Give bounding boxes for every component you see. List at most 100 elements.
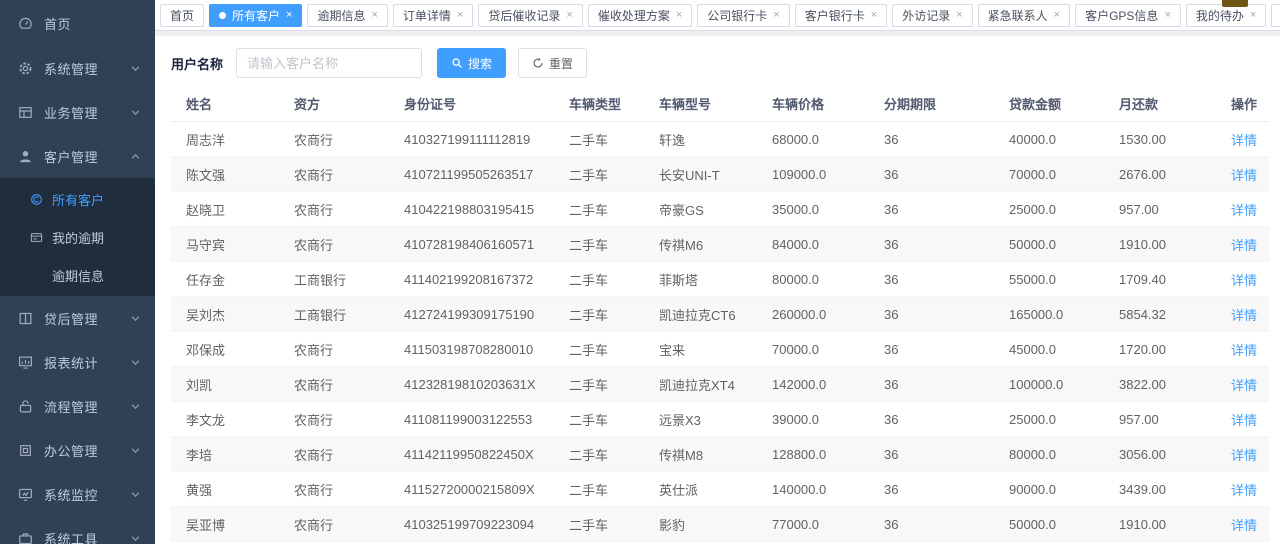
column-header-分期期限: 分期期限 (876, 87, 1001, 122)
tab-首页[interactable]: 首页 (160, 4, 204, 27)
table-cell: 农商行 (286, 157, 396, 192)
tab-客户GPS信息[interactable]: 客户GPS信息× (1075, 4, 1181, 27)
tab-close-icon[interactable]: × (676, 10, 682, 21)
action-cell: 详情 (1219, 507, 1269, 542)
table-cell: 77000.0 (764, 507, 876, 542)
chevron-down-icon (130, 533, 141, 544)
tab-close-icon[interactable]: × (286, 10, 292, 21)
detail-link[interactable]: 详情 (1231, 203, 1257, 218)
table-cell: 1910.00 (1111, 507, 1219, 542)
tab-close-icon[interactable]: × (871, 10, 877, 21)
table-cell: 二手车 (561, 122, 651, 157)
table-cell: 36 (876, 507, 1001, 542)
detail-link[interactable]: 详情 (1231, 378, 1257, 393)
tab-close-icon[interactable]: × (956, 10, 962, 21)
sidebar-item-报表统计[interactable]: 报表统计 (0, 340, 155, 384)
tab-close-icon[interactable]: × (1250, 10, 1256, 21)
table-cell: 2676.00 (1111, 157, 1219, 192)
table-cell: 36 (876, 157, 1001, 192)
chevron-down-icon (130, 313, 141, 324)
gear-icon (18, 61, 33, 76)
tab-我的流程[interactable]: 我的流程× (1271, 4, 1280, 27)
table-row: 黄强农商行41152720000215809X二手车英仕派140000.0369… (171, 472, 1269, 507)
detail-link[interactable]: 详情 (1231, 238, 1257, 253)
card-icon (30, 231, 43, 244)
column-header-车辆型号: 车辆型号 (651, 87, 764, 122)
dashboard-icon (18, 16, 33, 31)
sidebar-item-流程管理[interactable]: 流程管理 (0, 384, 155, 428)
tab-外访记录[interactable]: 外访记录× (892, 4, 972, 27)
action-cell: 详情 (1219, 262, 1269, 297)
detail-link[interactable]: 详情 (1231, 308, 1257, 323)
tab-所有客户[interactable]: 所有客户 × (209, 4, 302, 27)
table-cell: 41142119950822450X (396, 437, 561, 472)
table-cell: 410325199709223094 (396, 507, 561, 542)
table-cell: 128800.0 (764, 437, 876, 472)
tab-close-icon[interactable]: × (1164, 10, 1170, 21)
column-header-身份证号: 身份证号 (396, 87, 561, 122)
tab-close-icon[interactable]: × (457, 10, 463, 21)
sidebar-subitem-所有客户[interactable]: 所有客户 (0, 180, 155, 218)
tab-公司银行卡[interactable]: 公司银行卡× (697, 4, 789, 27)
table-cell: 165000.0 (1001, 297, 1111, 332)
sidebar-item-label: 系统监控 (44, 485, 130, 504)
action-cell: 详情 (1219, 332, 1269, 367)
sidebar-item-客户管理[interactable]: 客户管理 (0, 134, 155, 178)
table-cell: 1709.40 (1111, 262, 1219, 297)
sidebar-item-业务管理[interactable]: 业务管理 (0, 90, 155, 134)
sidebar-subitem-逾期信息[interactable]: 逾期信息 (0, 256, 155, 294)
avatar[interactable] (1222, 0, 1248, 7)
sidebar-item-系统管理[interactable]: 系统管理 (0, 46, 155, 90)
sidebar-item-办公管理[interactable]: 办公管理 (0, 428, 155, 472)
table-cell: 410422198803195415 (396, 192, 561, 227)
table-cell: 1910.00 (1111, 227, 1219, 262)
table-cell: 黄强 (171, 472, 286, 507)
detail-link[interactable]: 详情 (1231, 413, 1257, 428)
table-cell: 马守宾 (171, 227, 286, 262)
tab-紧急联系人[interactable]: 紧急联系人× (978, 4, 1070, 27)
search-button[interactable]: 搜索 (437, 48, 506, 78)
table-row: 吴刘杰工商银行412724199309175190二手车凯迪拉克CT626000… (171, 297, 1269, 332)
sidebar-subitem-我的逾期[interactable]: 我的逾期 (0, 218, 155, 256)
tab-close-icon[interactable]: × (371, 10, 377, 21)
reset-button[interactable]: 重置 (518, 48, 587, 78)
detail-link[interactable]: 详情 (1231, 273, 1257, 288)
column-header-资方: 资方 (286, 87, 396, 122)
detail-link[interactable]: 详情 (1231, 168, 1257, 183)
table-cell: 1530.00 (1111, 122, 1219, 157)
detail-link[interactable]: 详情 (1231, 133, 1257, 148)
sidebar-item-label: 首页 (44, 14, 141, 33)
sidebar-item-首页[interactable]: 首页 (0, 0, 155, 46)
tab-close-icon[interactable]: × (566, 10, 572, 21)
column-header-贷款金额: 贷款金额 (1001, 87, 1111, 122)
detail-link[interactable]: 详情 (1231, 483, 1257, 498)
column-header-操作: 操作 (1219, 87, 1269, 122)
tab-订单详情[interactable]: 订单详情× (393, 4, 473, 27)
table-cell: 农商行 (286, 192, 396, 227)
tab-label: 所有客户 (232, 7, 280, 24)
sidebar-item-label: 流程管理 (44, 397, 130, 416)
sidebar-item-系统监控[interactable]: 系统监控 (0, 472, 155, 516)
sidebar-item-贷后管理[interactable]: 贷后管理 (0, 296, 155, 340)
column-header-车辆类型: 车辆类型 (561, 87, 651, 122)
tab-close-icon[interactable]: × (773, 10, 779, 21)
tab-客户银行卡[interactable]: 客户银行卡× (795, 4, 887, 27)
tab-催收处理方案[interactable]: 催收处理方案× (588, 4, 692, 27)
reset-button-label: 重置 (549, 55, 573, 72)
tab-close-icon[interactable]: × (1054, 10, 1060, 21)
tab-贷后催收记录[interactable]: 贷后催收记录× (478, 4, 582, 27)
table-header-row: 姓名资方身份证号车辆类型车辆型号车辆价格分期期限贷款金额月还款操作 (171, 87, 1269, 122)
table-row: 吴亚博农商行410325199709223094二手车影豹77000.03650… (171, 507, 1269, 542)
table-cell: 农商行 (286, 507, 396, 542)
detail-link[interactable]: 详情 (1231, 518, 1257, 533)
detail-link[interactable]: 详情 (1231, 448, 1257, 463)
table-cell: 3822.00 (1111, 367, 1219, 402)
table-row: 邓保成农商行411503198708280010二手车宝来70000.03645… (171, 332, 1269, 367)
tab-逾期信息[interactable]: 逾期信息× (307, 4, 387, 27)
table-cell: 84000.0 (764, 227, 876, 262)
detail-link[interactable]: 详情 (1231, 343, 1257, 358)
table-cell: 410721199505263517 (396, 157, 561, 192)
sidebar-item-系统工具[interactable]: 系统工具 (0, 516, 155, 544)
table-cell: 411503198708280010 (396, 332, 561, 367)
customer-name-input[interactable] (236, 48, 422, 78)
